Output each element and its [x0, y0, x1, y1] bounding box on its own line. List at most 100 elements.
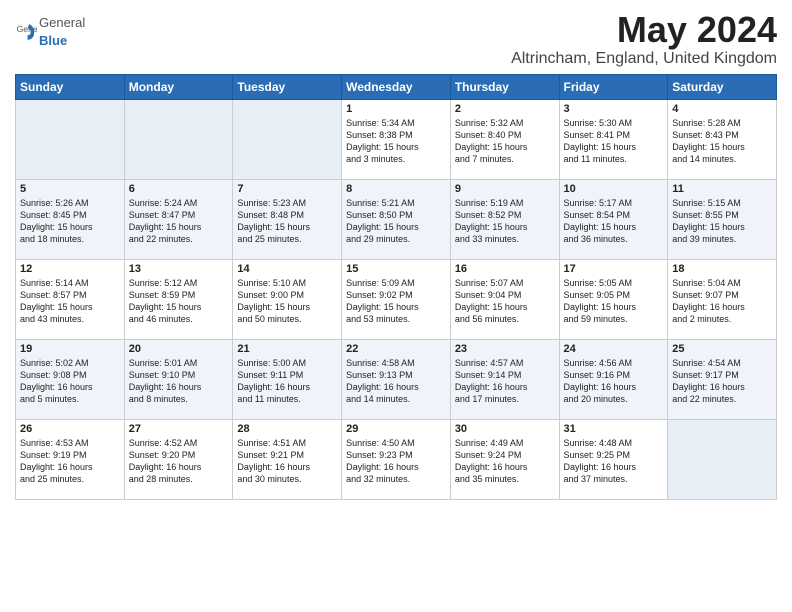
calendar-cell: 5 Sunrise: 5:26 AM Sunset: 8:45 PM Daylig… [16, 179, 125, 259]
calendar-cell: 20 Sunrise: 5:01 AM Sunset: 9:10 PM Dayli… [124, 339, 233, 419]
header-thursday: Thursday [450, 74, 559, 99]
cell-info: Sunrise: 4:52 AM Sunset: 9:20 PM Dayligh… [129, 437, 229, 486]
cell-info: Sunrise: 5:05 AM Sunset: 9:05 PM Dayligh… [564, 277, 664, 326]
cell-date-number: 2 [455, 103, 555, 115]
calendar-week-1: 1Sunrise: 5:34 AM Sunset: 8:38 PM Daylig… [16, 99, 777, 179]
cell-date-number: 5 [20, 183, 120, 195]
title-area: May 2024 Altrincham, England, United Kin… [511, 10, 777, 68]
cell-date-number: 22 [346, 343, 446, 355]
calendar-cell: 12 Sunrise: 5:14 AM Sunset: 8:57 PM Dayli… [16, 259, 125, 339]
cell-info: Sunrise: 4:51 AM Sunset: 9:21 PM Dayligh… [237, 437, 337, 486]
header-friday: Friday [559, 74, 668, 99]
cell-info: Sunrise: 5:32 AM Sunset: 8:40 PM Dayligh… [455, 117, 555, 166]
cell-info: Sunrise: 5:10 AM Sunset: 9:00 PM Dayligh… [237, 277, 337, 326]
cell-date-number: 24 [564, 343, 664, 355]
calendar-cell: 8Sunrise: 5:21 AM Sunset: 8:50 PM Daylig… [342, 179, 451, 259]
cell-date-number: 27 [129, 423, 229, 435]
cell-date-number: 6 [129, 183, 229, 195]
cell-info: Sunrise: 5:34 AM Sunset: 8:38 PM Dayligh… [346, 117, 446, 166]
cell-date-number: 29 [346, 423, 446, 435]
cell-info: Sunrise: 4:57 AM Sunset: 9:14 PM Dayligh… [455, 357, 555, 406]
calendar-cell: 17 Sunrise: 5:05 AM Sunset: 9:05 PM Dayli… [559, 259, 668, 339]
cell-date-number: 7 [237, 183, 337, 195]
logo-icon: General [15, 21, 37, 43]
cell-date-number: 17 [564, 263, 664, 275]
calendar-cell: 22 Sunrise: 4:58 AM Sunset: 9:13 PM Dayli… [342, 339, 451, 419]
calendar-cell: 21Sunrise: 5:00 AM Sunset: 9:11 PM Dayli… [233, 339, 342, 419]
logo-general: General [39, 15, 85, 30]
cell-date-number: 23 [455, 343, 555, 355]
header-sunday: Sunday [16, 74, 125, 99]
cell-date-number: 4 [672, 103, 772, 115]
cell-info: Sunrise: 5:30 AM Sunset: 8:41 PM Dayligh… [564, 117, 664, 166]
cell-date-number: 20 [129, 343, 229, 355]
calendar-table: SundayMondayTuesdayWednesdayThursdayFrid… [15, 74, 777, 500]
cell-date-number: 19 [20, 343, 120, 355]
cell-info: Sunrise: 5:28 AM Sunset: 8:43 PM Dayligh… [672, 117, 772, 166]
cell-date-number: 9 [455, 183, 555, 195]
calendar-cell: 19Sunrise: 5:02 AM Sunset: 9:08 PM Dayli… [16, 339, 125, 419]
cell-date-number: 16 [455, 263, 555, 275]
logo-blue: Blue [39, 33, 67, 48]
cell-info: Sunrise: 5:12 AM Sunset: 8:59 PM Dayligh… [129, 277, 229, 326]
calendar-cell: 24 Sunrise: 4:56 AM Sunset: 9:16 PM Dayli… [559, 339, 668, 419]
cell-date-number: 15 [346, 263, 446, 275]
calendar-cell: 3 Sunrise: 5:30 AM Sunset: 8:41 PM Daylig… [559, 99, 668, 179]
calendar-week-3: 12 Sunrise: 5:14 AM Sunset: 8:57 PM Dayli… [16, 259, 777, 339]
calendar-cell: 7 Sunrise: 5:23 AM Sunset: 8:48 PM Daylig… [233, 179, 342, 259]
page-header: General General Blue May 2024 Altrincham… [15, 10, 777, 68]
calendar-cell: 30Sunrise: 4:49 AM Sunset: 9:24 PM Dayli… [450, 419, 559, 499]
cell-info: Sunrise: 4:48 AM Sunset: 9:25 PM Dayligh… [564, 437, 664, 486]
cell-date-number: 25 [672, 343, 772, 355]
calendar-cell: 13 Sunrise: 5:12 AM Sunset: 8:59 PM Dayli… [124, 259, 233, 339]
cell-info: Sunrise: 4:56 AM Sunset: 9:16 PM Dayligh… [564, 357, 664, 406]
calendar-cell [668, 419, 777, 499]
calendar-cell: 15Sunrise: 5:09 AM Sunset: 9:02 PM Dayli… [342, 259, 451, 339]
cell-date-number: 21 [237, 343, 337, 355]
calendar-cell [16, 99, 125, 179]
page-title: May 2024 [511, 10, 777, 50]
calendar-cell: 18Sunrise: 5:04 AM Sunset: 9:07 PM Dayli… [668, 259, 777, 339]
cell-date-number: 11 [672, 183, 772, 195]
cell-info: Sunrise: 5:17 AM Sunset: 8:54 PM Dayligh… [564, 197, 664, 246]
calendar-cell: 27 Sunrise: 4:52 AM Sunset: 9:20 PM Dayli… [124, 419, 233, 499]
page-subtitle: Altrincham, England, United Kingdom [511, 50, 777, 68]
cell-info: Sunrise: 5:26 AM Sunset: 8:45 PM Dayligh… [20, 197, 120, 246]
calendar-week-5: 26Sunrise: 4:53 AM Sunset: 9:19 PM Dayli… [16, 419, 777, 499]
calendar-cell: 23 Sunrise: 4:57 AM Sunset: 9:14 PM Dayli… [450, 339, 559, 419]
calendar-cell: 26Sunrise: 4:53 AM Sunset: 9:19 PM Dayli… [16, 419, 125, 499]
cell-info: Sunrise: 4:53 AM Sunset: 9:19 PM Dayligh… [20, 437, 120, 486]
cell-info: Sunrise: 5:24 AM Sunset: 8:47 PM Dayligh… [129, 197, 229, 246]
cell-date-number: 12 [20, 263, 120, 275]
cell-info: Sunrise: 5:23 AM Sunset: 8:48 PM Dayligh… [237, 197, 337, 246]
cell-info: Sunrise: 5:01 AM Sunset: 9:10 PM Dayligh… [129, 357, 229, 406]
cell-info: Sunrise: 5:19 AM Sunset: 8:52 PM Dayligh… [455, 197, 555, 246]
calendar-cell: 31 Sunrise: 4:48 AM Sunset: 9:25 PM Dayli… [559, 419, 668, 499]
calendar-header-row: SundayMondayTuesdayWednesdayThursdayFrid… [16, 74, 777, 99]
cell-info: Sunrise: 5:07 AM Sunset: 9:04 PM Dayligh… [455, 277, 555, 326]
calendar-cell: 10Sunrise: 5:17 AM Sunset: 8:54 PM Dayli… [559, 179, 668, 259]
cell-date-number: 14 [237, 263, 337, 275]
header-saturday: Saturday [668, 74, 777, 99]
cell-date-number: 31 [564, 423, 664, 435]
calendar-cell: 16 Sunrise: 5:07 AM Sunset: 9:04 PM Dayli… [450, 259, 559, 339]
cell-info: Sunrise: 5:04 AM Sunset: 9:07 PM Dayligh… [672, 277, 772, 326]
header-monday: Monday [124, 74, 233, 99]
cell-date-number: 3 [564, 103, 664, 115]
calendar-cell [124, 99, 233, 179]
calendar-cell: 29 Sunrise: 4:50 AM Sunset: 9:23 PM Dayli… [342, 419, 451, 499]
cell-info: Sunrise: 4:50 AM Sunset: 9:23 PM Dayligh… [346, 437, 446, 486]
cell-info: Sunrise: 5:14 AM Sunset: 8:57 PM Dayligh… [20, 277, 120, 326]
cell-info: Sunrise: 4:54 AM Sunset: 9:17 PM Dayligh… [672, 357, 772, 406]
cell-info: Sunrise: 4:58 AM Sunset: 9:13 PM Dayligh… [346, 357, 446, 406]
calendar-cell: 1Sunrise: 5:34 AM Sunset: 8:38 PM Daylig… [342, 99, 451, 179]
calendar-week-4: 19Sunrise: 5:02 AM Sunset: 9:08 PM Dayli… [16, 339, 777, 419]
calendar-cell [233, 99, 342, 179]
cell-date-number: 13 [129, 263, 229, 275]
calendar-cell: 14 Sunrise: 5:10 AM Sunset: 9:00 PM Dayli… [233, 259, 342, 339]
calendar-cell: 28Sunrise: 4:51 AM Sunset: 9:21 PM Dayli… [233, 419, 342, 499]
calendar-body: 1Sunrise: 5:34 AM Sunset: 8:38 PM Daylig… [16, 99, 777, 499]
calendar-cell: 4 Sunrise: 5:28 AM Sunset: 8:43 PM Daylig… [668, 99, 777, 179]
header-tuesday: Tuesday [233, 74, 342, 99]
cell-info: Sunrise: 5:15 AM Sunset: 8:55 PM Dayligh… [672, 197, 772, 246]
